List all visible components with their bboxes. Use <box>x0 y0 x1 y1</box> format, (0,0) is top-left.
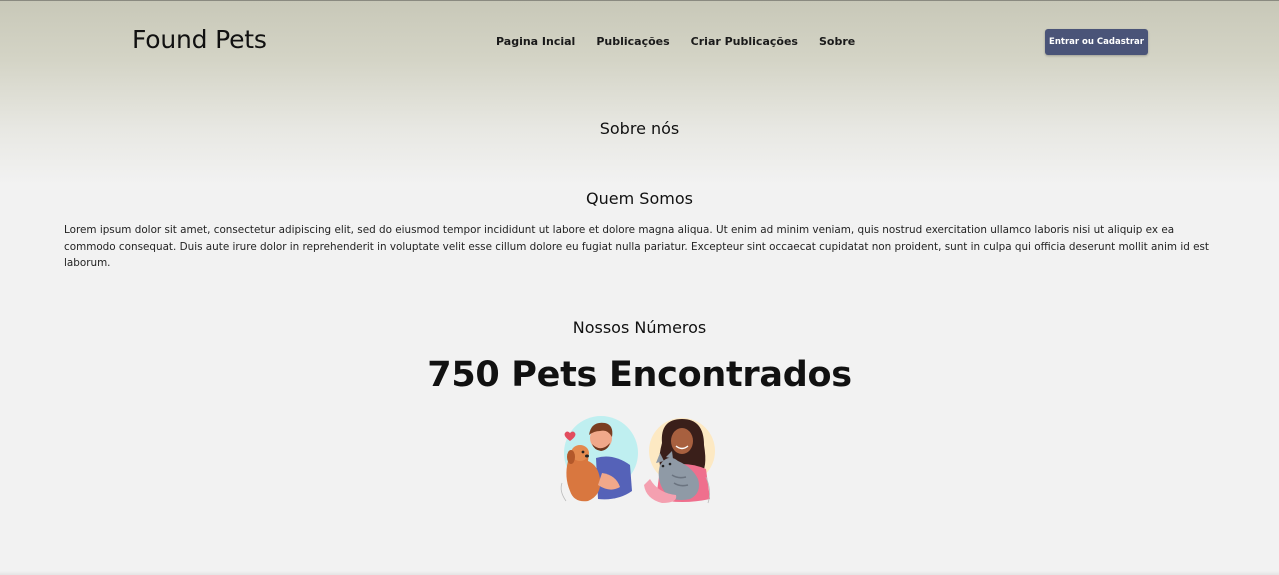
about-title: Sobre nós <box>599 119 680 138</box>
nav-link-create-publication[interactable]: Criar Publicações <box>691 35 798 48</box>
our-numbers-title: Nossos Números <box>572 318 707 337</box>
who-we-are-text: Lorem ipsum dolor sit amet, consectetur … <box>64 224 1209 269</box>
brand-logo[interactable]: Found Pets <box>132 25 267 54</box>
man-holding-dog-illustration <box>560 416 638 502</box>
page-bottom-edge <box>0 571 1279 575</box>
main-nav: Pagina Incial Publicações Criar Publicaç… <box>496 35 876 48</box>
login-signup-button[interactable]: Entrar ou Cadastrar <box>1045 29 1148 55</box>
who-we-are-title: Quem Somos <box>586 189 693 208</box>
nav-link-home[interactable]: Pagina Incial <box>496 35 575 48</box>
navbar: Found Pets Pagina Incial Publicações Cri… <box>0 1 1279 83</box>
pets-illustration <box>560 416 715 504</box>
woman-holding-cat-illustration <box>644 418 715 504</box>
nav-link-about[interactable]: Sobre <box>819 35 855 48</box>
pets-found-stat: 750 Pets Encontrados <box>427 355 852 395</box>
nav-link-publications[interactable]: Publicações <box>596 35 669 48</box>
